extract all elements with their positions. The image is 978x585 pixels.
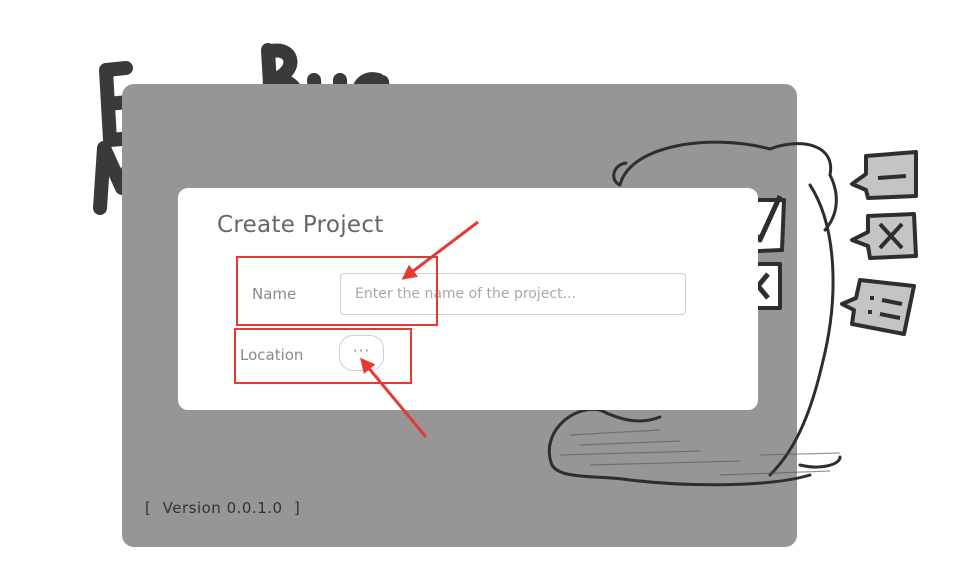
dialog-title: Create Project: [217, 212, 384, 238]
version-label: [ Version 0.0.1.0 ]: [145, 499, 300, 517]
list-speech-bubble-icon: [840, 278, 916, 336]
version-bracket-right: ]: [293, 499, 301, 517]
version-text: Version 0.0.1.0: [162, 499, 283, 517]
name-highlight-box: [236, 256, 438, 326]
location-highlight-box: [234, 328, 412, 384]
version-bracket-left: [: [145, 499, 152, 517]
x-speech-bubble-icon-small: [850, 212, 918, 260]
minus-speech-bubble-icon: [850, 150, 918, 200]
